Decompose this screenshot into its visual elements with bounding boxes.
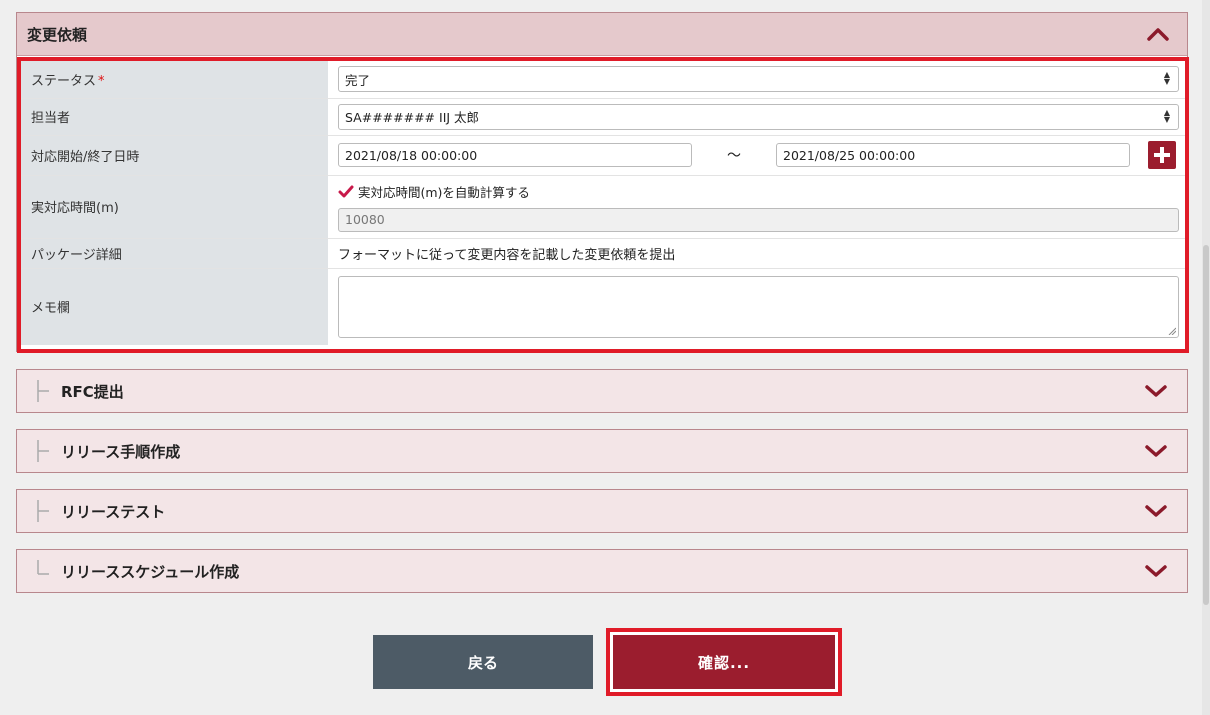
assignee-value: SA####### IIJ 太郎 bbox=[345, 110, 480, 125]
status-row: ステータス * 完了 ▲ ▼ bbox=[21, 61, 1185, 99]
chevron-down-icon[interactable] bbox=[1145, 444, 1167, 458]
auto-calc-checkbox[interactable]: 実対応時間(m)を自動計算する bbox=[338, 182, 1179, 202]
actual-time-label: 実対応時間(m) bbox=[21, 175, 328, 239]
tree-branch-icon bbox=[37, 500, 49, 522]
memo-label: メモ欄 bbox=[21, 268, 328, 345]
assignee-label: 担当者 bbox=[21, 98, 328, 136]
tree-end-icon bbox=[37, 560, 49, 575]
select-arrows-icon: ▲ ▼ bbox=[1163, 107, 1170, 124]
period-label: 対応開始/終了日時 bbox=[21, 135, 328, 176]
actual-time-input: 10080 bbox=[338, 207, 1179, 232]
select-arrows-icon: ▲ ▼ bbox=[1163, 70, 1170, 87]
required-mark: * bbox=[98, 73, 105, 89]
section-title: リリース手順作成 bbox=[61, 442, 181, 461]
resize-grip-icon[interactable] bbox=[1168, 327, 1176, 335]
page: 変更依頼 ステータス * 完了 ▲ ▼ 担当者 SA####### IIJ 太郎… bbox=[0, 0, 1202, 715]
tree-branch-icon bbox=[37, 440, 49, 462]
scrollbar-thumb[interactable] bbox=[1203, 245, 1209, 605]
package-detail-row: パッケージ詳細 フォーマットに従って変更内容を記載した変更依頼を提出 bbox=[21, 238, 1185, 269]
package-detail-value: フォーマットに従って変更内容を記載した変更依頼を提出 bbox=[328, 238, 1185, 269]
scrollbar[interactable] bbox=[1202, 0, 1210, 715]
status-value: 完了 bbox=[345, 72, 371, 88]
section-change-request: 変更依頼 ステータス * 完了 ▲ ▼ 担当者 SA####### IIJ 太郎… bbox=[16, 12, 1189, 353]
change-request-form: ステータス* 完了 ▲▼ 担当者 SA####### IIJ 太郎 ▲▼ bbox=[21, 61, 1185, 345]
chevron-down-icon[interactable] bbox=[1145, 504, 1167, 518]
tree-branch-icon bbox=[37, 380, 49, 402]
package-detail-label: パッケージ詳細 bbox=[21, 238, 328, 269]
back-button[interactable]: 戻る bbox=[373, 635, 593, 689]
section-title: リリーステスト bbox=[61, 502, 166, 521]
checkmark-icon bbox=[338, 185, 354, 197]
memo-textarea[interactable] bbox=[338, 275, 1179, 338]
form-highlight: ステータス* 完了 ▲▼ 担当者 SA####### IIJ 太郎 ▲▼ bbox=[17, 57, 1189, 353]
plus-icon bbox=[1154, 147, 1170, 163]
chevron-up-icon[interactable] bbox=[1147, 27, 1169, 41]
section-title: 変更依頼 bbox=[27, 25, 88, 44]
confirm-button[interactable]: 確認... bbox=[613, 635, 835, 689]
status-label: ステータス * bbox=[21, 61, 328, 99]
section-title: リリーススケジュール作成 bbox=[61, 562, 240, 581]
chevron-down-icon[interactable] bbox=[1145, 384, 1167, 398]
actual-time-row: 実対応時間(m) 実対応時間(m)を自動計算する 10080 bbox=[21, 175, 1185, 239]
memo-row: メモ欄 bbox=[21, 268, 1185, 345]
status-select[interactable]: 完了 ▲ ▼ bbox=[338, 66, 1179, 93]
confirm-highlight: 確認... bbox=[606, 628, 842, 696]
assignee-select[interactable]: SA####### IIJ 太郎 ▲ ▼ bbox=[338, 103, 1179, 130]
period-separator: ～ bbox=[727, 148, 741, 164]
period-row: 対応開始/終了日時 2021/08/18 00:00:00 ～ 2021/08/… bbox=[21, 135, 1185, 176]
section-release-procedure[interactable]: リリース手順作成 bbox=[16, 429, 1188, 473]
section-header[interactable]: 変更依頼 bbox=[17, 13, 1187, 56]
auto-calc-label: 実対応時間(m)を自動計算する bbox=[358, 185, 530, 200]
add-button[interactable] bbox=[1148, 141, 1176, 169]
start-datetime-input[interactable]: 2021/08/18 00:00:00 bbox=[338, 143, 692, 167]
chevron-down-icon[interactable] bbox=[1145, 564, 1167, 578]
section-rfc-submit[interactable]: RFC提出 bbox=[16, 369, 1188, 413]
assignee-row: 担当者 SA####### IIJ 太郎 ▲ ▼ bbox=[21, 98, 1185, 136]
section-title: RFC提出 bbox=[61, 382, 124, 401]
end-datetime-input[interactable]: 2021/08/25 00:00:00 bbox=[776, 143, 1130, 167]
section-release-test[interactable]: リリーステスト bbox=[16, 489, 1188, 533]
section-release-schedule[interactable]: リリーススケジュール作成 bbox=[16, 549, 1188, 593]
